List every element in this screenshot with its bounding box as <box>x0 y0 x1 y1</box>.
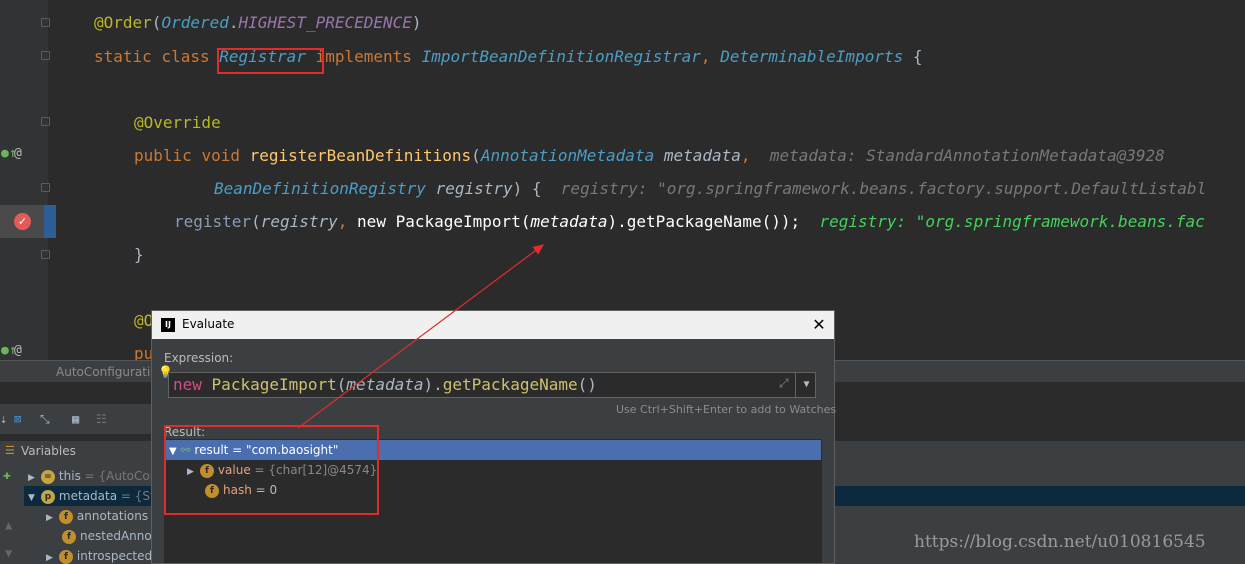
mute-breakpoints-icon[interactable]: ⊠ <box>14 412 21 426</box>
annotation-marker-icon[interactable]: @ <box>14 146 22 161</box>
expand-icon[interactable]: ⤢ <box>779 376 789 391</box>
intellij-logo-icon: IJ <box>161 318 175 332</box>
history-dropdown-button[interactable]: ▼ <box>795 373 817 397</box>
variable-row[interactable]: f nestedAnnota <box>62 526 164 546</box>
step-icon[interactable]: ⇣ <box>0 412 7 426</box>
move-down-icon[interactable]: ▼ <box>5 546 12 560</box>
code-line-7: } <box>134 245 144 264</box>
watches-hint: Use Ctrl+Shift+Enter to add to Watches <box>616 403 837 416</box>
code-line-4: public void registerBeanDefinitions(Anno… <box>134 146 1165 165</box>
watermark: https://blog.csdn.net/u010816545 <box>914 532 1206 552</box>
fold-marker-icon[interactable] <box>41 250 50 259</box>
variable-row[interactable]: ▶fannotations = <box>46 506 162 526</box>
expression-input[interactable]: new PackageImport(metadata).getPackageNa… <box>168 372 816 398</box>
code-line-5: BeanDefinitionRegistry registry) { regis… <box>214 179 1207 198</box>
close-icon[interactable]: ✕ <box>808 314 830 336</box>
dialog-title: Evaluate <box>182 317 235 331</box>
code-line-1: @Order(Ordered.HIGHEST_PRECEDENCE) <box>94 13 422 32</box>
variable-row[interactable]: ▶ = this = {AutoCont <box>28 466 162 486</box>
annotation-box-result <box>164 425 379 515</box>
breakpoint-icon[interactable]: ✓ <box>14 213 31 230</box>
add-watch-icon[interactable]: ✚ <box>3 468 11 483</box>
annotation-marker-icon[interactable]: @ <box>14 343 22 358</box>
fold-marker-icon[interactable] <box>41 183 50 192</box>
fold-marker-icon[interactable] <box>41 18 50 27</box>
fold-marker-icon[interactable] <box>41 117 50 126</box>
variables-icon: ☰ <box>5 444 15 457</box>
debug-toolbar: ⇣ ⊠ ⤡ ▦ ☷ <box>0 404 160 434</box>
expression-label: Expression: <box>164 351 234 365</box>
annotation-box-registrar <box>217 48 324 74</box>
move-up-icon[interactable]: ▲ <box>5 518 12 532</box>
code-line-6: register(registry, new PackageImport(met… <box>174 212 1205 231</box>
gutter-icons: ●↑ @ ●↑ @ <box>0 0 56 368</box>
drop-frame-icon[interactable]: ⤡ <box>40 412 50 427</box>
variable-row[interactable]: ▶ f introspectedC <box>46 546 161 564</box>
dialog-titlebar[interactable]: IJ Evaluate ✕ <box>152 311 834 339</box>
layout-icon[interactable]: ☷ <box>96 412 107 426</box>
fold-marker-icon[interactable] <box>41 51 50 60</box>
table-view-icon[interactable]: ▦ <box>72 412 79 426</box>
code-line-3: @Override <box>134 113 221 132</box>
